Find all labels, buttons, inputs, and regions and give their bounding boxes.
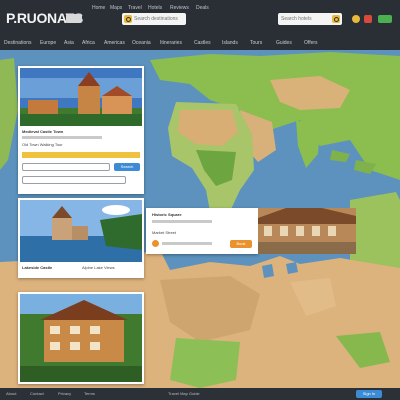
hotel-search-input[interactable] — [281, 13, 331, 25]
top-link-deals[interactable]: Deals — [196, 5, 209, 12]
location-pin-icon — [152, 240, 159, 247]
nav-europe[interactable]: Europe — [40, 40, 56, 47]
card1-subtitle: Medieval Castle Town — [22, 129, 64, 134]
destination-card-3[interactable] — [18, 292, 144, 384]
category-nav: Destinations Europe Asia Africa Americas… — [0, 38, 400, 48]
card4-subtitle: Historic Square — [152, 212, 182, 217]
nav-guides[interactable]: Guides — [276, 40, 292, 47]
nav-oceania[interactable]: Oceania — [132, 40, 151, 47]
card4-text-line-2 — [162, 242, 212, 245]
village-image — [20, 294, 142, 382]
destination-card-1[interactable]: Medieval Castle Town Old Town Walking To… — [18, 66, 144, 194]
footer-privacy[interactable]: Privacy — [58, 391, 71, 397]
destination-card-2[interactable]: Lakeside Castle Alpine Lake Views — [18, 198, 144, 278]
nav-africa[interactable]: Africa — [82, 40, 95, 47]
top-link-home[interactable]: Home — [92, 5, 105, 12]
card4-book-button[interactable]: Book — [230, 240, 252, 248]
card1-input[interactable] — [22, 163, 110, 179]
top-link-travel[interactable]: Travel — [128, 5, 142, 12]
nav-americas[interactable]: Americas — [104, 40, 125, 47]
search-input[interactable] — [134, 13, 184, 25]
lake-castle-photo[interactable] — [20, 200, 142, 262]
card2-subtitle: Lakeside Castle — [22, 265, 53, 270]
footer: About Contact Privacy Terms Travel Map G… — [0, 388, 400, 400]
menu-icon[interactable] — [378, 15, 392, 23]
card1-highlight-bar — [22, 152, 140, 158]
top-link-maps[interactable]: Maps — [110, 5, 122, 12]
hotel-search-icon[interactable] — [332, 15, 340, 23]
search-icon[interactable] — [124, 15, 132, 23]
footer-terms[interactable]: Terms — [84, 391, 95, 397]
nav-itineraries[interactable]: Itineraries — [160, 40, 182, 47]
lake-castle-image — [20, 200, 142, 262]
nav-offers[interactable]: Offers — [304, 40, 318, 47]
card4-caption: Market Street — [152, 230, 177, 235]
castle-photo[interactable] — [20, 68, 142, 126]
card2-caption: Alpine Lake Views — [82, 265, 115, 270]
user-icon[interactable] — [352, 15, 360, 23]
footer-signin-button[interactable]: Sign In — [356, 390, 382, 398]
nav-destinations[interactable]: Destinations — [4, 40, 32, 47]
footer-contact[interactable]: Contact — [30, 391, 44, 397]
village-photo[interactable] — [20, 294, 142, 382]
top-bar: P.RUONATS Home Maps Travel Hotels Review… — [0, 0, 400, 50]
card1-caption: Old Town Walking Tour — [22, 142, 63, 147]
top-link-reviews[interactable]: Reviews — [170, 5, 189, 12]
search-box[interactable] — [122, 13, 186, 25]
footer-center-text: Travel Map Guide — [168, 391, 200, 396]
card1-input-field-2[interactable] — [23, 185, 125, 192]
destination-card-4[interactable]: Historic Square Market Street Book — [146, 208, 258, 254]
logo-badge — [66, 14, 82, 23]
nav-castles[interactable]: Castles — [194, 40, 211, 47]
top-link-hotels[interactable]: Hotels — [148, 5, 162, 12]
castle-town-image — [20, 68, 142, 126]
card1-search-button[interactable]: Search — [114, 163, 140, 171]
nav-asia[interactable]: Asia — [64, 40, 74, 47]
card1-text-line — [22, 136, 102, 139]
card4-text-line — [152, 220, 212, 223]
card1-input-2[interactable] — [22, 176, 126, 192]
footer-about[interactable]: About — [6, 391, 16, 397]
hotel-search-box[interactable] — [278, 13, 342, 25]
bell-icon[interactable] — [364, 15, 372, 23]
nav-islands[interactable]: Islands — [222, 40, 238, 47]
nav-tours[interactable]: Tours — [250, 40, 262, 47]
